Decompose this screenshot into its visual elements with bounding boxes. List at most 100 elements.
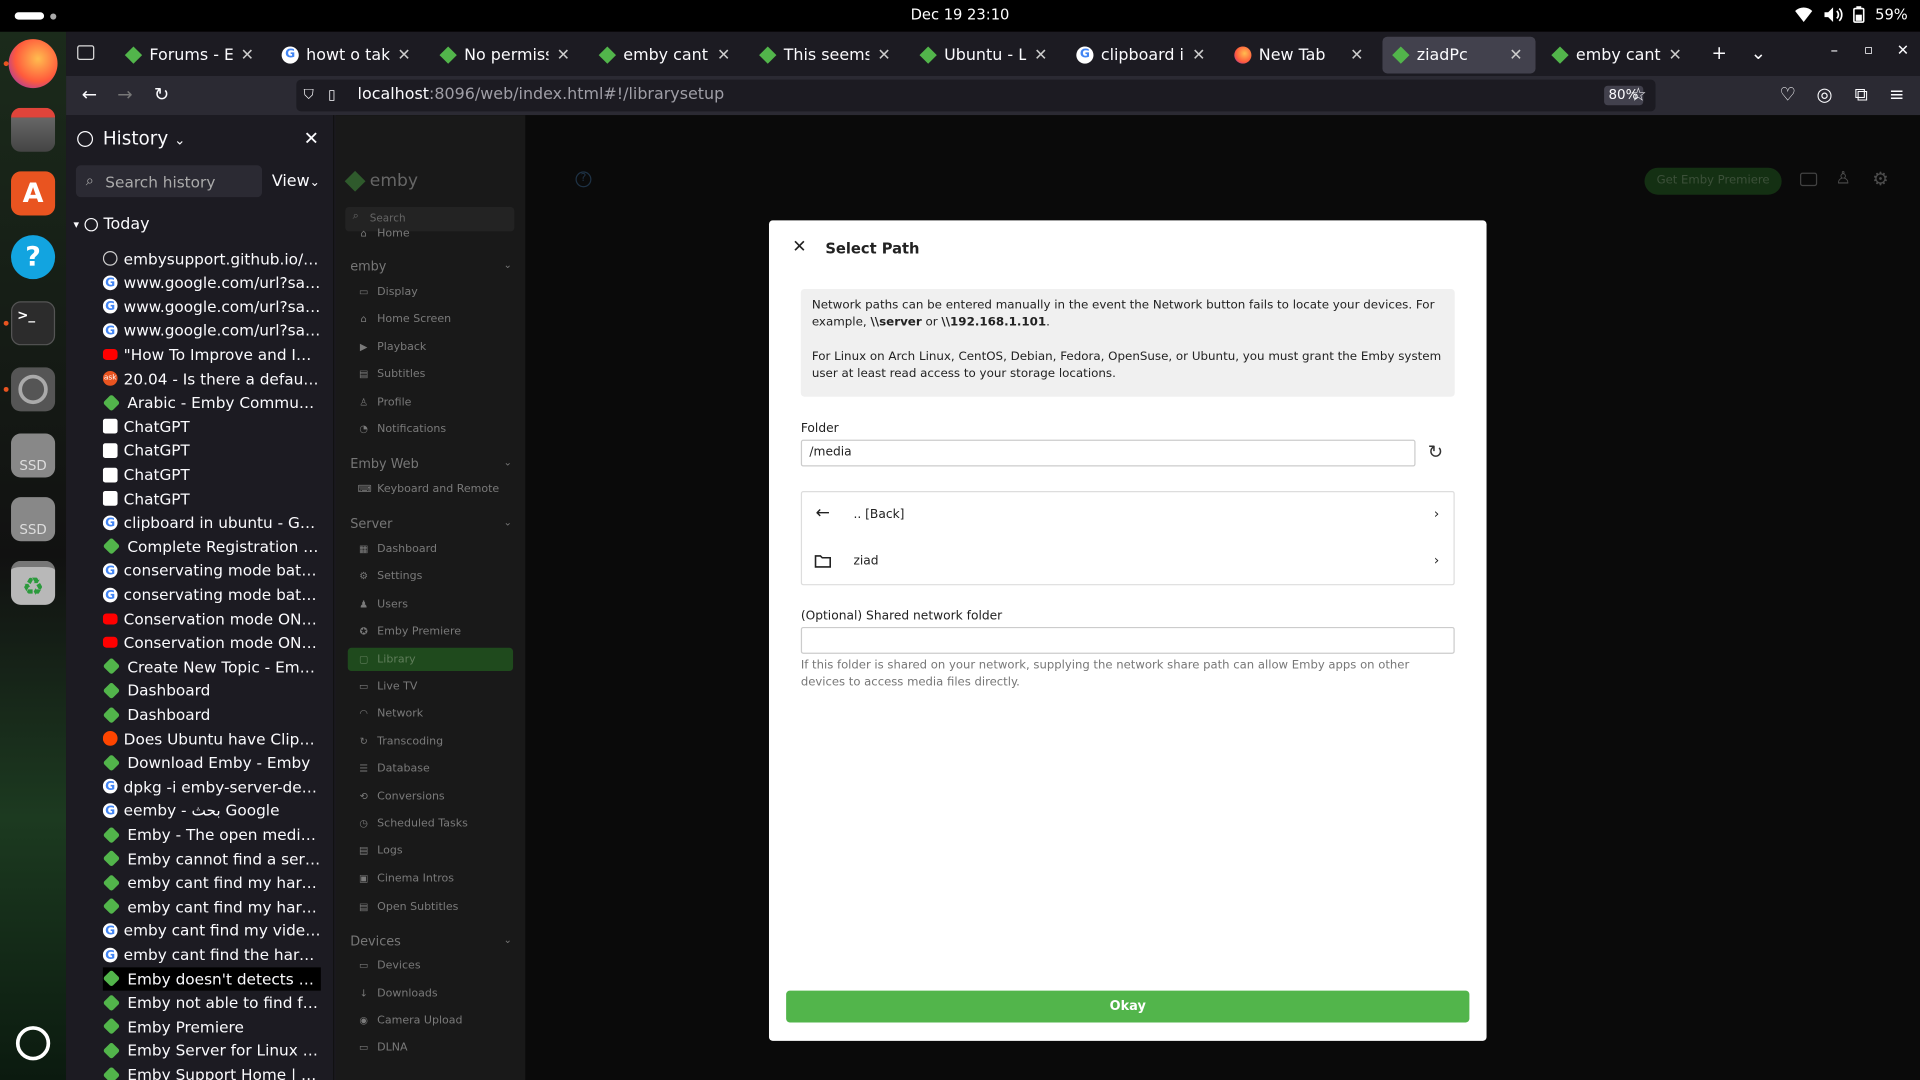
emby-nav-item[interactable]: ↻ Transcoding bbox=[348, 730, 513, 753]
tab-close-icon[interactable]: ✕ bbox=[1347, 46, 1367, 64]
reload-icon[interactable]: ↻ bbox=[149, 83, 173, 105]
emby-nav-item[interactable]: ▭ Display bbox=[348, 280, 513, 303]
emby-nav-item[interactable]: ♙ Profile bbox=[348, 391, 513, 414]
history-item[interactable]: Does Ubuntu have Clipboar... bbox=[102, 727, 321, 750]
tab-close-icon[interactable]: ✕ bbox=[238, 46, 258, 64]
files-icon[interactable] bbox=[11, 107, 56, 152]
history-item[interactable]: Conservation mode ON/OFF... bbox=[102, 607, 321, 630]
tab-close-icon[interactable]: ✕ bbox=[553, 46, 573, 64]
history-item[interactable]: Create New Topic - Emby Co... bbox=[102, 655, 321, 678]
ssd-drive-icon-1[interactable]: SSD bbox=[11, 433, 56, 478]
emby-section-header[interactable]: Server ⌄ bbox=[350, 517, 512, 532]
view-menu-button[interactable]: View⌄ bbox=[272, 173, 320, 191]
tab-close-icon[interactable]: ✕ bbox=[1506, 46, 1526, 64]
back-icon[interactable]: ← bbox=[77, 83, 101, 105]
history-item[interactable]: Dashboard bbox=[102, 679, 321, 702]
tab-9[interactable]: emby cant find✕ bbox=[1542, 37, 1695, 74]
tab-close-icon[interactable]: ✕ bbox=[1189, 46, 1209, 64]
history-item[interactable]: emby cant find my hard driv... bbox=[102, 871, 321, 894]
emby-nav-item[interactable]: ◷ Scheduled Tasks bbox=[348, 812, 513, 835]
firefox-icon[interactable] bbox=[8, 39, 58, 89]
emby-nav-item[interactable]: ◠ Network bbox=[348, 702, 513, 725]
tab-close-icon[interactable]: ✕ bbox=[874, 46, 894, 64]
tab-8[interactable]: ziadPc ✕ bbox=[1382, 36, 1536, 74]
tab-6[interactable]: Gclipboard in ub ✕ bbox=[1067, 37, 1219, 74]
app-center-icon[interactable]: A bbox=[11, 171, 56, 216]
emby-nav-item[interactable]: ▢ Library bbox=[347, 647, 514, 672]
show-apps-icon[interactable] bbox=[15, 1026, 51, 1061]
terminal-icon[interactable]: >_ bbox=[11, 301, 56, 346]
tab-0[interactable]: Forums - Emby ✕ bbox=[115, 37, 267, 74]
history-item[interactable]: Gwww.google.com/url?sa=t&... bbox=[102, 271, 321, 294]
list-tabs-chevron-icon[interactable]: ⌄ bbox=[1746, 42, 1770, 64]
system-clock[interactable]: Dec 19 23:10 bbox=[0, 6, 1920, 23]
new-tab-icon[interactable]: + bbox=[1707, 42, 1731, 64]
refresh-icon[interactable]: ↻ bbox=[1428, 441, 1443, 463]
emby-nav-item[interactable]: ▣ Cinema Intros bbox=[348, 867, 513, 890]
history-item[interactable]: Complete Registration - Em... bbox=[102, 535, 321, 558]
emby-logo[interactable]: emby bbox=[344, 170, 418, 192]
emby-nav-item[interactable]: ▭ Devices bbox=[348, 954, 513, 977]
tab-overview-button[interactable] bbox=[77, 45, 95, 61]
emby-nav-item[interactable]: ⌂ Home bbox=[348, 222, 513, 245]
emby-nav-item[interactable]: ⟲ Conversions bbox=[348, 785, 513, 808]
site-info-icon[interactable]: ⛉ bbox=[304, 80, 314, 112]
history-item[interactable]: emby cant find my hard driv... bbox=[102, 895, 321, 918]
emby-nav-item[interactable]: ⌨ Keyboard and Remote bbox=[348, 478, 513, 501]
maximize-icon[interactable]: ▫ bbox=[1856, 42, 1880, 58]
folder-entry-ziad[interactable]: ziad › bbox=[802, 539, 1453, 586]
emby-nav-item[interactable]: ▤ Subtitles bbox=[348, 362, 513, 385]
dialog-close-icon[interactable]: ✕ bbox=[792, 238, 806, 258]
history-item[interactable]: Emby doesn't detects hard ... bbox=[102, 966, 321, 991]
pocket-icon[interactable]: ♡ bbox=[1776, 83, 1800, 105]
history-item[interactable]: ChatGPT bbox=[102, 415, 321, 438]
history-item[interactable]: Geemby - بحث Google bbox=[102, 799, 321, 822]
close-window-icon[interactable]: ✕ bbox=[1891, 42, 1915, 59]
history-item[interactable]: ChatGPT bbox=[102, 439, 321, 462]
folder-input[interactable]: /media bbox=[800, 439, 1416, 467]
menu-icon[interactable]: ≡ bbox=[1885, 83, 1909, 105]
history-item[interactable]: Gconservating mode battery l... bbox=[102, 559, 321, 582]
emby-nav-item[interactable]: ◉ Camera Upload bbox=[348, 1009, 513, 1032]
tab-2[interactable]: No permission ✕ bbox=[430, 37, 583, 74]
emby-nav-item[interactable]: ⚙ Settings bbox=[348, 564, 513, 587]
tab-close-icon[interactable]: ✕ bbox=[394, 46, 414, 64]
emby-section-header[interactable]: Emby Web ⌄ bbox=[350, 457, 512, 472]
folder-entry-back[interactable]: ← .. [Back] › bbox=[802, 492, 1453, 539]
bookmark-star-icon[interactable]: ☆ bbox=[1626, 83, 1650, 105]
tab-close-icon[interactable]: ✕ bbox=[1031, 46, 1051, 64]
emby-nav-item[interactable]: ▭ Live TV bbox=[348, 675, 513, 698]
emby-nav-item[interactable]: ☰ Database bbox=[348, 757, 513, 780]
emby-nav-item[interactable]: ▦ Dashboard bbox=[348, 538, 513, 561]
emby-nav-item[interactable]: ▶ Playback bbox=[348, 336, 513, 359]
history-item[interactable]: Gemby cant find my videos pa... bbox=[102, 919, 321, 942]
tab-close-icon[interactable]: ✕ bbox=[1665, 46, 1685, 64]
history-item[interactable]: Emby Support Home | Emby ... bbox=[102, 1063, 321, 1080]
tab-7[interactable]: New Tab ✕ bbox=[1225, 37, 1377, 74]
emby-nav-item[interactable]: ◔ Notifications bbox=[348, 418, 513, 441]
tab-3[interactable]: emby cant find ✕ bbox=[589, 37, 743, 74]
history-item[interactable]: Emby - The open media solu... bbox=[102, 823, 321, 846]
history-item[interactable]: Emby not able to find folder... bbox=[102, 991, 321, 1014]
history-item[interactable]: ChatGPT bbox=[102, 463, 321, 486]
history-item[interactable]: Download Emby - Emby bbox=[102, 751, 321, 774]
help-icon[interactable]: ? bbox=[11, 235, 56, 280]
history-item[interactable]: embysupport.github.io/sup... bbox=[102, 247, 321, 270]
history-group-today[interactable]: ▾ Today bbox=[73, 216, 149, 234]
history-item[interactable]: ask 20.04 - Is there a default clip... bbox=[102, 367, 321, 390]
history-item[interactable]: Gconservating mode battery l... bbox=[102, 583, 321, 606]
emby-nav-item[interactable]: ▤ Logs bbox=[348, 839, 513, 862]
history-item[interactable]: Arabic - Emby Community bbox=[102, 391, 321, 414]
history-item[interactable]: Gclipboard in ubuntu - Google... bbox=[102, 511, 321, 534]
emby-nav-item[interactable]: ⌂ Home Screen bbox=[348, 307, 513, 330]
history-item[interactable]: Gemby cant find the hard driv... bbox=[102, 943, 321, 966]
disc-icon[interactable] bbox=[11, 367, 56, 412]
emby-nav-item[interactable]: ▭ DLNA bbox=[348, 1036, 513, 1059]
search-history-input[interactable]: ⌕ Search history bbox=[75, 165, 263, 198]
emby-nav-item[interactable]: ↓ Downloads bbox=[348, 982, 513, 1005]
history-item[interactable]: Dashboard bbox=[102, 703, 321, 726]
tab-5[interactable]: Ubuntu - Linux ✕ bbox=[910, 37, 1061, 74]
emby-nav-item[interactable]: ✪ Emby Premiere bbox=[348, 620, 513, 643]
history-item[interactable]: Emby Server for Linux - Emb... bbox=[102, 1039, 321, 1062]
system-tray[interactable]: 59% bbox=[1794, 6, 1908, 23]
